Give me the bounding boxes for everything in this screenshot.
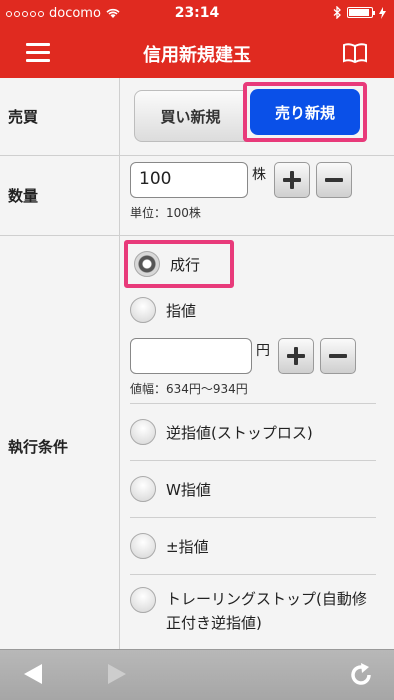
w-limit-label: W指値 — [166, 480, 211, 499]
buy-sell-row: 売買 買い新規 売り新規 — [0, 78, 394, 156]
price-increase-button[interactable] — [278, 338, 314, 374]
order-form: 売買 買い新規 売り新規 数量 100 株 単位：100株 執行条件 成行 指値… — [0, 78, 394, 656]
book-icon[interactable] — [342, 42, 368, 64]
buy-sell-toggle: 買い新規 売り新規 — [134, 82, 386, 142]
plus-minus-limit-label: ±指値 — [166, 537, 209, 556]
limit-order-label: 指値 — [166, 301, 197, 320]
w-limit-radio[interactable] — [130, 476, 156, 502]
page-title: 信用新規建玉 — [143, 45, 251, 66]
quantity-row: 数量 100 株 単位：100株 — [0, 156, 394, 236]
nav-bar: 信用新規建玉 — [0, 28, 394, 78]
status-bar: docomo 23:14 — [0, 0, 394, 28]
plus-minus-limit-radio[interactable] — [130, 533, 156, 559]
battery-icon — [347, 7, 375, 18]
browser-toolbar — [0, 649, 394, 700]
bluetooth-icon — [333, 6, 341, 19]
forward-arrow-icon[interactable] — [108, 664, 126, 684]
price-decrease-button[interactable] — [320, 338, 356, 374]
divider — [130, 460, 376, 461]
price-unit: 円 — [256, 343, 270, 359]
sell-new-button[interactable]: 売り新規 — [250, 89, 360, 135]
market-order-radio[interactable] — [134, 251, 160, 277]
conditions-row: 執行条件 成行 指値 円 値幅：634円〜934円 逆指値(ストップロス) W指… — [0, 236, 394, 656]
back-arrow-icon[interactable] — [24, 664, 42, 684]
limit-order-radio[interactable] — [130, 297, 156, 323]
market-order-label: 成行 — [170, 255, 201, 274]
sell-highlight: 売り新規 — [243, 82, 367, 142]
divider — [130, 517, 376, 518]
buy-sell-label: 売買 — [0, 78, 120, 155]
trailing-stop-radio[interactable] — [130, 587, 156, 613]
limit-price-input[interactable] — [130, 338, 252, 374]
quantity-unit-hint: 単位：100株 — [130, 206, 201, 220]
buy-new-button[interactable]: 買い新規 — [134, 90, 247, 142]
quantity-unit: 株 — [252, 167, 266, 183]
quantity-input[interactable]: 100 — [130, 162, 248, 198]
charging-icon — [379, 6, 386, 19]
refresh-icon[interactable] — [348, 662, 374, 688]
stop-order-label: 逆指値(ストップロス) — [166, 423, 313, 442]
price-range-hint: 値幅：634円〜934円 — [130, 382, 248, 396]
divider — [130, 403, 376, 404]
quantity-increase-button[interactable] — [274, 162, 310, 198]
trailing-stop-label: トレーリングストップ(自動修正付き逆指値) — [166, 590, 367, 632]
market-order-highlight: 成行 — [124, 240, 234, 288]
quantity-label: 数量 — [0, 156, 120, 235]
quantity-decrease-button[interactable] — [316, 162, 352, 198]
conditions-label: 執行条件 — [0, 236, 120, 656]
divider — [130, 574, 376, 575]
stop-order-radio[interactable] — [130, 419, 156, 445]
